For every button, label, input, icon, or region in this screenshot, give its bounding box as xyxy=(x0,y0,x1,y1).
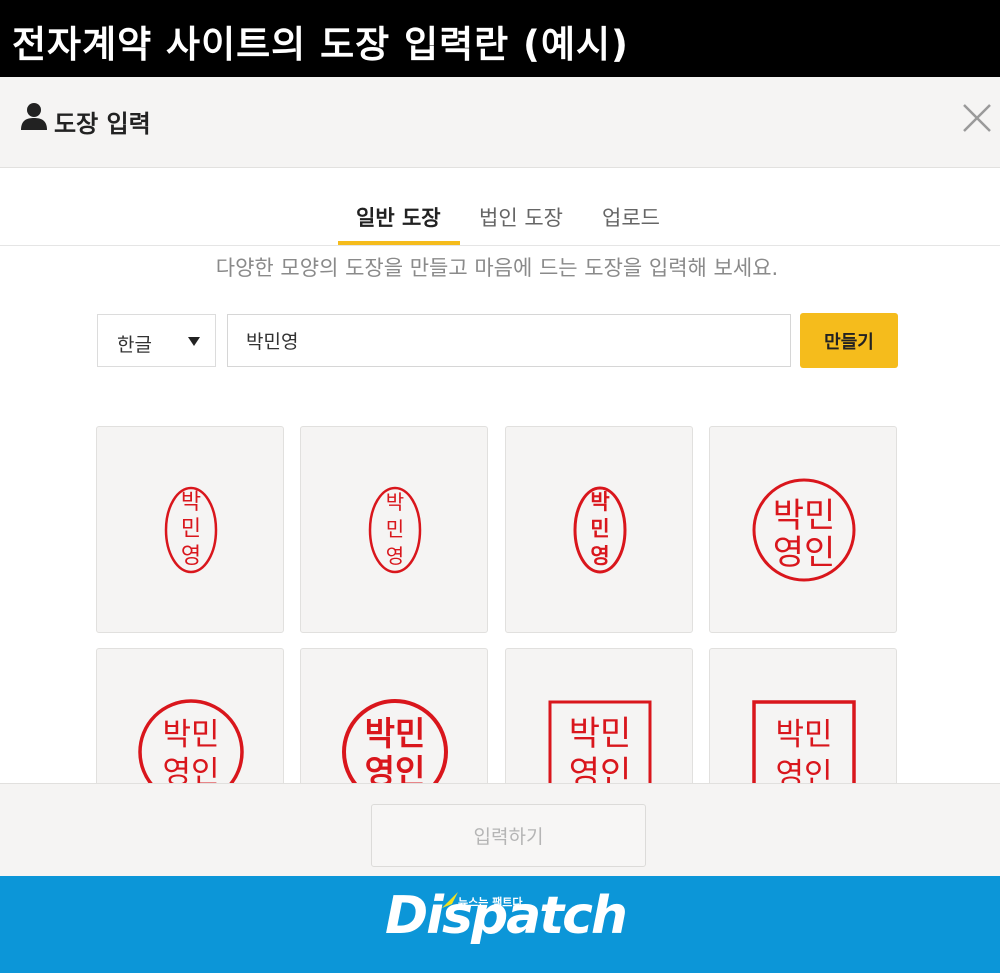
stamp-char: 민 xyxy=(181,517,201,542)
brand-tagline: 뉴스는 팩트다 xyxy=(458,896,523,909)
stamp-char: 박 xyxy=(590,490,609,514)
tab-general-stamp[interactable]: 일반 도장 xyxy=(356,202,441,232)
person-icon xyxy=(21,103,47,130)
name-input[interactable] xyxy=(227,314,791,367)
stamp-option[interactable]: 박민 영인 xyxy=(709,648,897,783)
stamp-line: 영인 xyxy=(162,755,219,783)
stamp-circle-bold: 박민 영인 xyxy=(342,699,448,783)
stamp-char: 민 xyxy=(386,517,404,541)
stamp-option[interactable]: 박민 영인 xyxy=(300,648,488,783)
stamp-option[interactable]: 박민 영인 xyxy=(709,426,897,633)
make-stamp-button[interactable]: 만들기 xyxy=(800,313,898,368)
stamp-line: 박민 xyxy=(773,496,836,536)
language-select-value: 한글 xyxy=(117,334,152,356)
stamp-line: 영인 xyxy=(365,752,426,783)
submit-button[interactable]: 입력하기 xyxy=(371,804,646,867)
active-tab-indicator xyxy=(338,241,460,245)
stamp-option[interactable]: 박민 영인 xyxy=(96,648,284,783)
stamp-square-regular: 박민 영인 xyxy=(752,700,856,783)
tab-upload[interactable]: 업로드 xyxy=(602,202,660,232)
stamp-line: 박민 xyxy=(775,717,832,753)
stamp-option[interactable]: 박 민 영 xyxy=(505,426,693,633)
stamp-circle-regular: 박민 영인 xyxy=(138,699,244,783)
stamp-line: 박민 xyxy=(162,717,219,753)
stamp-char: 영 xyxy=(386,544,404,568)
tab-corporate-stamp[interactable]: 법인 도장 xyxy=(479,202,563,232)
stamp-char: 영 xyxy=(181,544,201,569)
caret-down-icon xyxy=(188,337,200,346)
modal-header: 도장 입력 xyxy=(0,77,1000,168)
stamp-char: 박 xyxy=(386,490,404,514)
stamp-oval-regular: 박 민 영 xyxy=(368,486,422,574)
caption-bar: 전자계약 사이트의 도장 입력란 (예시) xyxy=(0,0,1000,77)
stamp-char: 민 xyxy=(590,517,609,541)
stamp-char: 영 xyxy=(590,544,609,568)
stamp-square-thin: 박민 영인 xyxy=(548,700,652,783)
tab-bar: 일반 도장 법인 도장 업로드 xyxy=(0,168,1000,246)
arrow-icon xyxy=(442,892,458,908)
stamp-option[interactable]: 박 민 영 xyxy=(96,426,284,633)
caption-text: 전자계약 사이트의 도장 입력란 (예시) xyxy=(12,23,629,66)
stamp-option[interactable]: 박민 영인 xyxy=(505,648,693,783)
stamp-line: 영인 xyxy=(775,757,832,783)
brand-bar: Dispatch 뉴스는 팩트다 xyxy=(0,876,1000,973)
stamp-line: 영인 xyxy=(569,754,632,783)
language-select[interactable]: 한글 xyxy=(97,314,216,367)
stamp-oval-bold: 박 민 영 xyxy=(573,486,627,574)
modal-footer: 입력하기 xyxy=(0,783,1000,876)
stamp-line: 박민 xyxy=(569,714,632,754)
description-text: 다양한 모양의 도장을 만들고 마음에 드는 도장을 입력해 보세요. xyxy=(215,256,779,280)
modal-title: 도장 입력 xyxy=(54,110,151,138)
modal-body: 일반 도장 법인 도장 업로드 다양한 모양의 도장을 만들고 마음에 드는 도… xyxy=(0,168,1000,783)
stamp-oval-thin: 박 민 영 xyxy=(164,486,218,574)
stamp-circle-thin: 박민 영인 xyxy=(752,478,856,582)
stamp-line: 박민 xyxy=(365,714,426,753)
close-icon[interactable] xyxy=(960,101,994,135)
stamp-line: 영인 xyxy=(773,533,836,573)
stamp-char: 박 xyxy=(181,490,201,515)
stamp-option[interactable]: 박 민 영 xyxy=(300,426,488,633)
